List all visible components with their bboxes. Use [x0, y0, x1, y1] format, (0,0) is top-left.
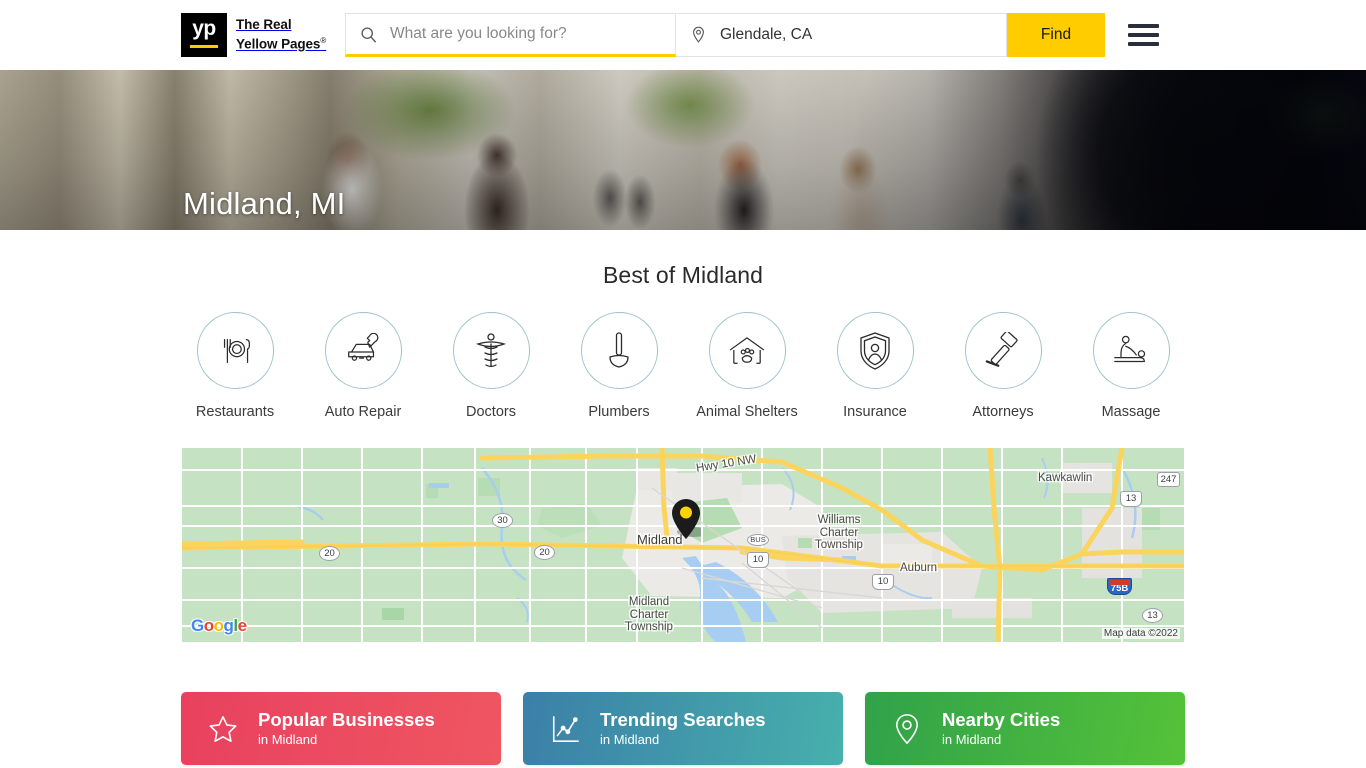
- caduceus-icon: [452, 312, 530, 389]
- site-header: yp The Real Yellow Pages® Find: [0, 0, 1366, 70]
- category-label: Attorneys: [972, 404, 1034, 420]
- pet-house-icon: [708, 312, 786, 389]
- promo-card-subtitle: in Midland: [600, 732, 660, 747]
- page-title: Midland, MI: [183, 186, 346, 221]
- category-restaurants[interactable]: Restaurants: [181, 312, 289, 420]
- auto-repair-icon: [324, 312, 402, 389]
- site-logo[interactable]: yp The Real Yellow Pages®: [181, 13, 329, 57]
- yp-logo-text: yp: [192, 17, 216, 40]
- category-attorneys[interactable]: Attorneys: [949, 312, 1057, 420]
- promo-card-subtitle: in Midland: [942, 732, 1002, 747]
- location-field-wrapper[interactable]: [676, 13, 1007, 57]
- promo-card-title: Nearby Cities: [942, 709, 1061, 730]
- registered-mark: ®: [320, 36, 327, 46]
- category-animal-shelters[interactable]: Animal Shelters: [693, 312, 801, 420]
- promo-card-subtitle: in Midland: [258, 732, 318, 747]
- best-of-heading: Best of Midland: [602, 262, 764, 288]
- hero-banner: Midland, MI: [0, 70, 1366, 230]
- promo-card-nearby-cities[interactable]: Nearby Cities in Midland: [865, 692, 1185, 765]
- map-route-shield: 10: [747, 552, 769, 568]
- logo-tagline: The Real Yellow Pages®: [236, 17, 326, 53]
- location-input[interactable]: [718, 25, 996, 45]
- map-route-shield: 13: [1120, 491, 1142, 507]
- search-input[interactable]: [388, 24, 665, 44]
- promo-card-trending-searches[interactable]: Trending Searches in Midland: [523, 692, 843, 765]
- promo-card-list: Popular Businesses in Midland Trending Sea…: [181, 692, 1185, 765]
- map-marker: [671, 498, 709, 540]
- plunger-icon: [580, 312, 658, 389]
- star-icon: [206, 714, 240, 744]
- map-route-shield: 20: [534, 545, 555, 560]
- category-plumbers[interactable]: Plumbers: [565, 312, 673, 420]
- promo-card-text: Trending Searches in Midland: [600, 709, 766, 748]
- hamburger-menu-icon[interactable]: [1128, 24, 1159, 46]
- google-logo: Google: [191, 616, 247, 635]
- map-route-shield: 30: [492, 513, 513, 528]
- hamburger-bar: [1128, 24, 1159, 28]
- category-label: Doctors: [466, 404, 516, 420]
- category-label: Auto Repair: [324, 404, 402, 420]
- map-route-shield: 13: [1142, 608, 1163, 623]
- category-auto-repair[interactable]: Auto Repair: [309, 312, 417, 420]
- map-route-shield: 10: [872, 574, 894, 590]
- promo-card-title: Popular Businesses: [258, 709, 435, 730]
- promo-card-title: Trending Searches: [600, 709, 766, 730]
- search-group: Find: [345, 13, 1105, 57]
- logo-tagline-line1: The Real: [236, 17, 292, 33]
- hamburger-bar: [1128, 33, 1159, 37]
- search-icon: [360, 26, 377, 43]
- category-label: Insurance: [843, 404, 907, 420]
- map-route-shield: 20: [319, 546, 340, 561]
- promo-card-text: Popular Businesses in Midland: [258, 709, 435, 748]
- promo-card-popular-businesses[interactable]: Popular Businesses in Midland: [181, 692, 501, 765]
- shield-person-icon: [836, 312, 914, 389]
- category-label: Massage: [1101, 404, 1161, 420]
- category-label: Plumbers: [588, 404, 650, 420]
- category-list: Restaurants Auto Repair Doctors Plumbers…: [181, 312, 1185, 420]
- promo-card-text: Nearby Cities in Midland: [942, 709, 1060, 748]
- logo-tagline-line2: Yellow Pages®: [236, 36, 327, 52]
- gavel-icon: [964, 312, 1042, 389]
- category-doctors[interactable]: Doctors: [437, 312, 545, 420]
- map-route-shield: 247: [1157, 472, 1180, 487]
- location-map[interactable]: Hwy 10 NW Midland Midland Charter Township…: [182, 448, 1184, 642]
- category-label: Animal Shelters: [696, 404, 798, 420]
- map-route-shield: BUS: [747, 534, 769, 546]
- trending-chart-icon: [548, 714, 582, 744]
- yp-logo-underline: [190, 45, 218, 48]
- category-insurance[interactable]: Insurance: [821, 312, 929, 420]
- find-button[interactable]: Find: [1007, 13, 1105, 57]
- massage-icon: [1092, 312, 1170, 389]
- category-label: Restaurants: [195, 404, 275, 420]
- map-pin-icon: [690, 26, 707, 44]
- map-background: [182, 448, 1184, 642]
- category-massage[interactable]: Massage: [1077, 312, 1185, 420]
- hamburger-bar: [1128, 42, 1159, 46]
- map-attribution: Map data ©2022: [1101, 628, 1180, 639]
- restaurant-icon: [196, 312, 274, 389]
- map-pin-icon: [890, 713, 924, 745]
- map-route-shield: 75B: [1107, 578, 1132, 595]
- search-field-wrapper[interactable]: [345, 13, 676, 57]
- yp-logo-mark: yp: [181, 13, 227, 57]
